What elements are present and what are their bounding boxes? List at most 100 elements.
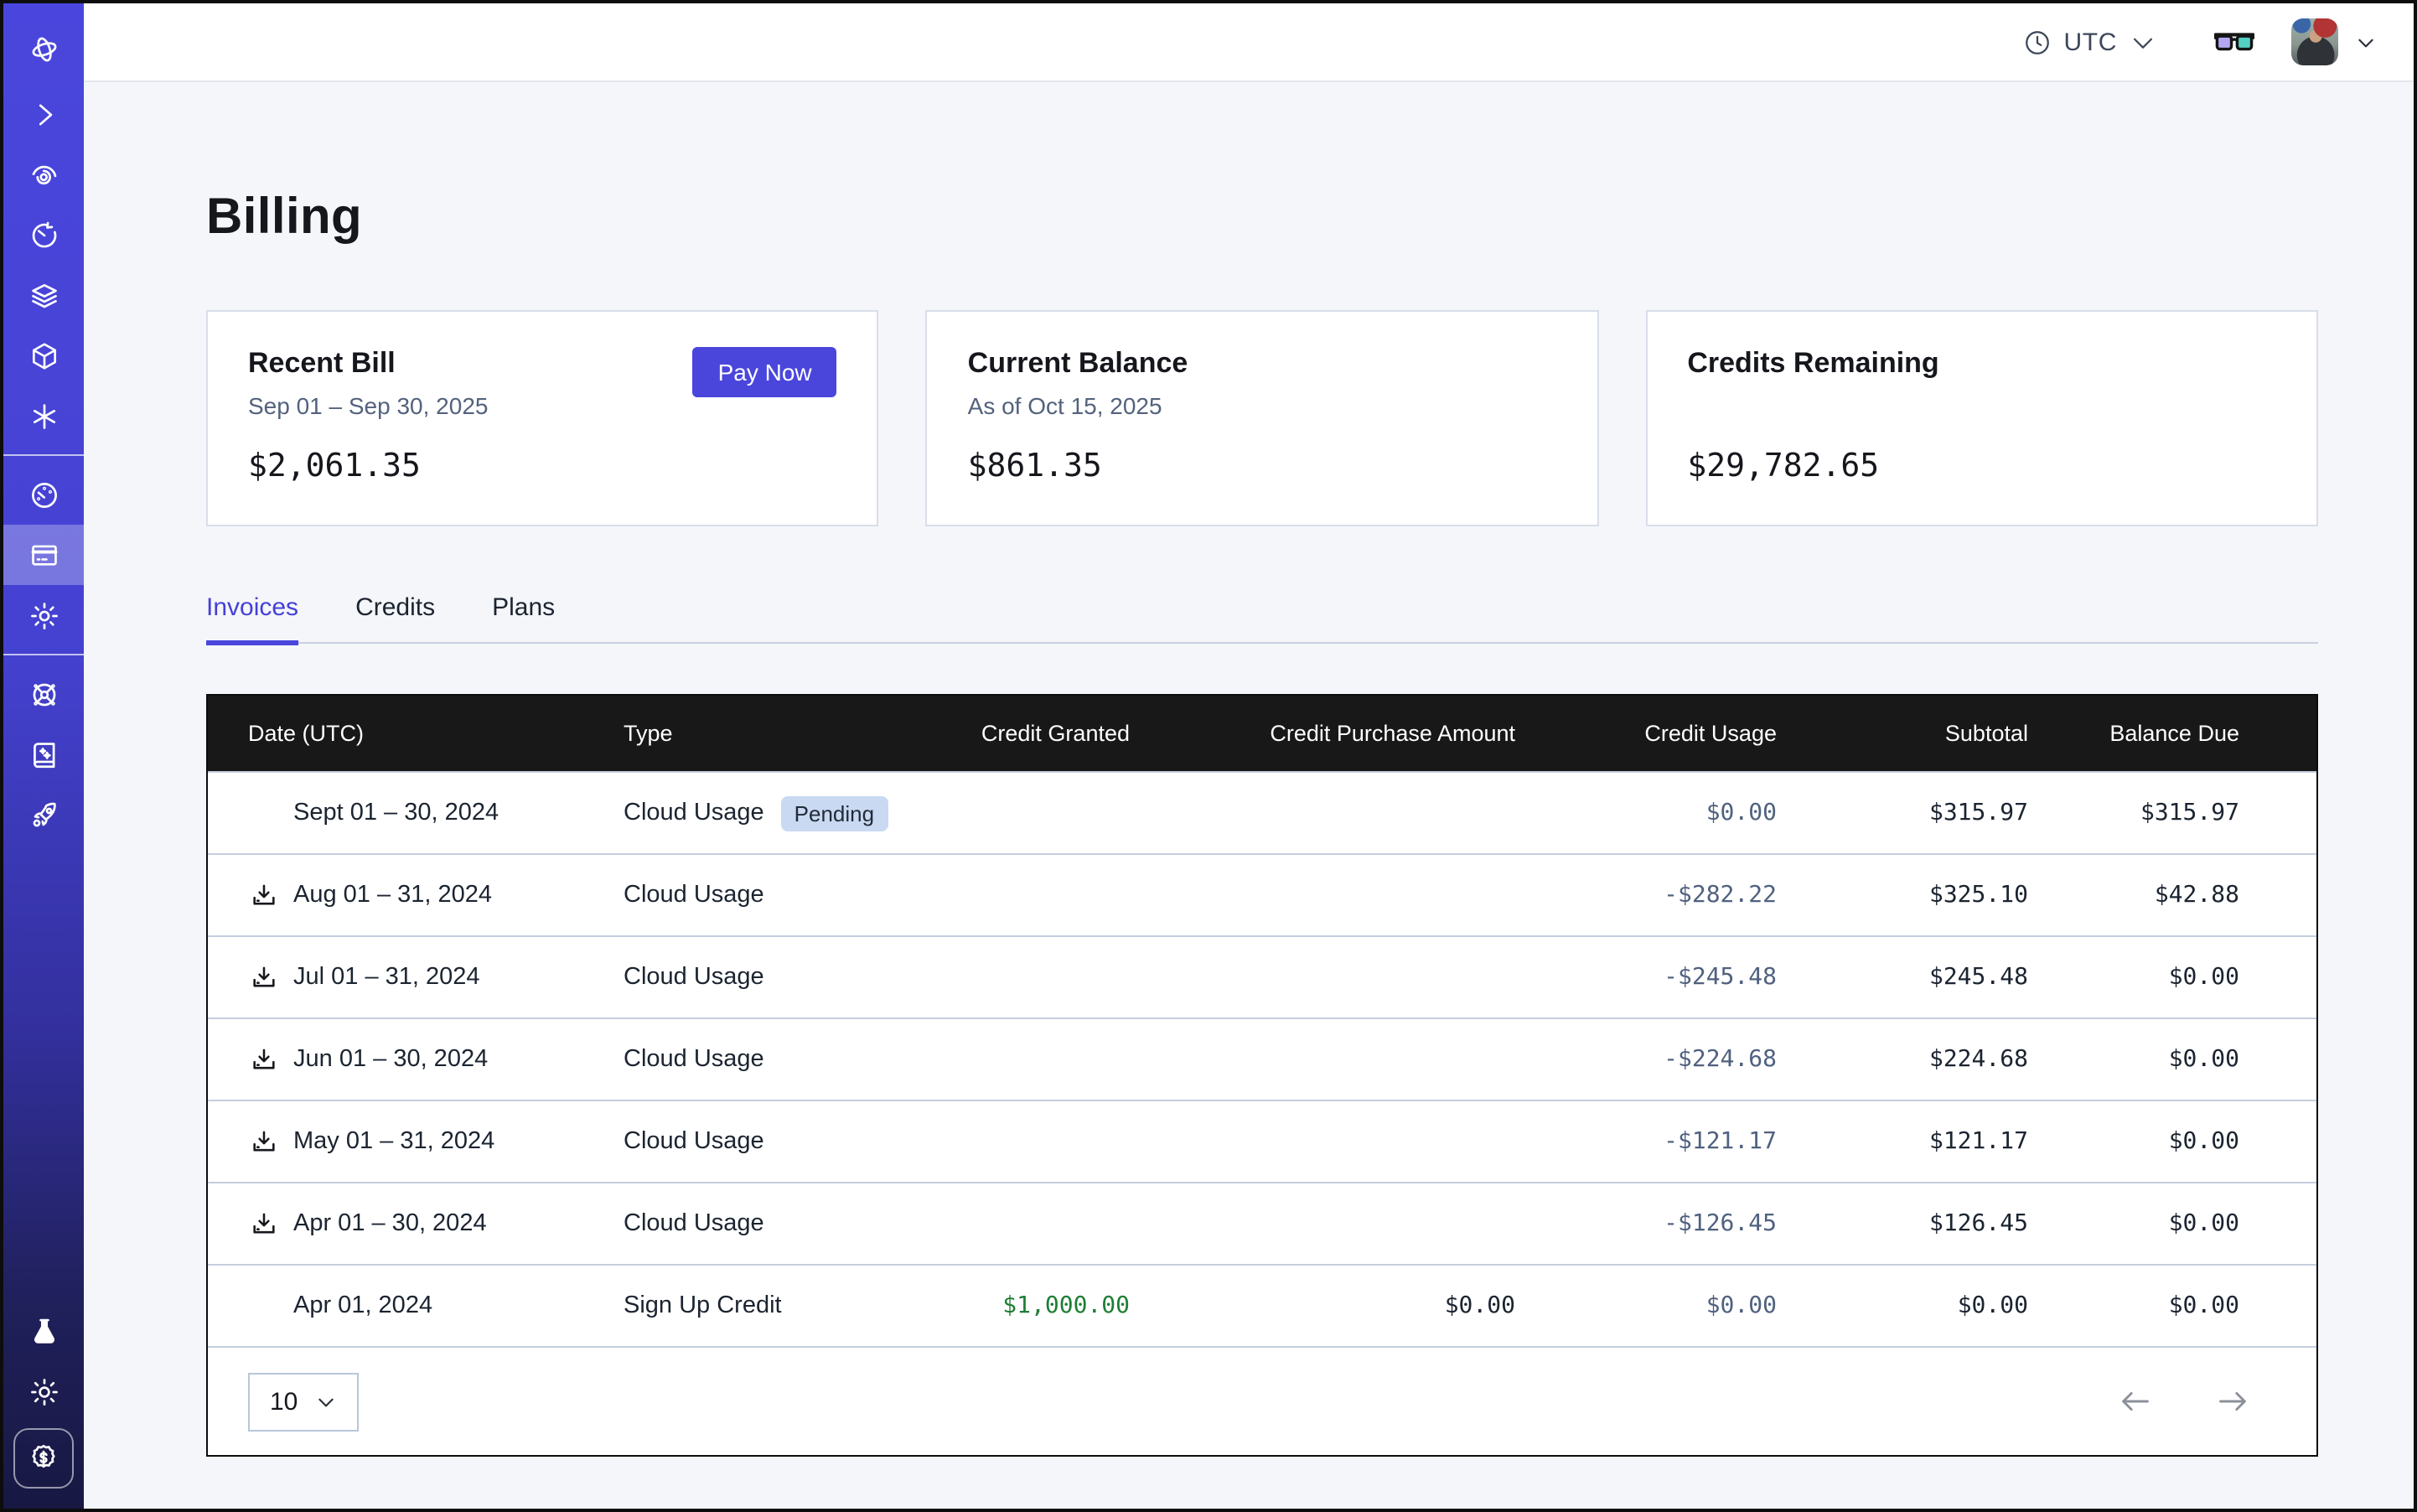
card-title: Current Balance: [968, 347, 1188, 381]
table-row: Jul 01 – 31, 2024 Cloud Usage -$245.48 $…: [208, 935, 2316, 1017]
recent-bill-card: Recent Bill Sep 01 – Sep 30, 2025 Pay No…: [206, 310, 879, 526]
sidebar: [3, 3, 84, 1509]
download-icon: [249, 881, 277, 909]
credit-usage-value: -$224.68: [1515, 1046, 1777, 1073]
table-pagination: 10: [208, 1346, 2316, 1455]
col-subtotal: Subtotal: [1777, 721, 2028, 746]
tab-invoices[interactable]: Invoices: [206, 593, 298, 642]
page-size-select[interactable]: 10: [248, 1372, 358, 1431]
account-menu-chevron-icon[interactable]: [2355, 31, 2377, 53]
main-column: UTC Billing Rec: [84, 3, 2414, 1509]
rocket-icon[interactable]: [3, 784, 84, 845]
invoice-type: Cloud Usage: [624, 964, 764, 991]
helm-wheel-icon[interactable]: [3, 664, 84, 724]
table-row: May 01 – 31, 2024 Cloud Usage -$121.17 $…: [208, 1100, 2316, 1182]
col-balance-due: Balance Due: [2028, 721, 2239, 746]
table-row: Sept 01 – 30, 2024 Cloud Usage Pending $0…: [208, 771, 2316, 853]
user-avatar[interactable]: [2291, 18, 2338, 65]
balance-due-value: $42.88: [2028, 882, 2239, 909]
card-subtitle: Sep 01 – Sep 30, 2025: [248, 392, 488, 421]
timezone-label: UTC: [2064, 28, 2117, 56]
billing-dollar-button[interactable]: [13, 1428, 74, 1489]
download-icon: [249, 963, 277, 992]
balance-due-value: $0.00: [2028, 1210, 2239, 1237]
invoice-date: Apr 01 – 30, 2024: [293, 1210, 487, 1237]
card-subtitle: [1687, 392, 1938, 421]
table-row: Jun 01 – 30, 2024 Cloud Usage -$224.68 $…: [208, 1017, 2316, 1100]
tab-plans[interactable]: Plans: [492, 593, 555, 642]
app-logo-icon[interactable]: [3, 13, 84, 84]
col-date: Date (UTC): [208, 721, 610, 746]
download-invoice-button[interactable]: [248, 1126, 278, 1157]
cube-icon[interactable]: [3, 325, 84, 386]
observe-spiral-icon[interactable]: [3, 144, 84, 205]
collapse-chevron-right-icon[interactable]: [3, 84, 84, 144]
balance-due-value: $0.00: [2028, 1292, 2239, 1319]
docs-book-icon[interactable]: [3, 724, 84, 784]
asterisk-icon[interactable]: [3, 386, 84, 446]
subtotal-value: $224.68: [1777, 1046, 2028, 1073]
reader-glasses-icon[interactable]: [2214, 28, 2254, 55]
invoice-date: Apr 01, 2024: [293, 1292, 432, 1319]
col-credit-purchase-amount: Credit Purchase Amount: [1130, 721, 1515, 746]
topbar: UTC: [84, 3, 2414, 82]
pending-status-badge: Pending: [781, 795, 888, 831]
page-title: Billing: [206, 189, 2318, 246]
download-icon: [249, 1045, 277, 1074]
chevron-down-icon: [2129, 28, 2157, 56]
arrow-right-icon: [2216, 1388, 2249, 1415]
subtotal-value: $245.48: [1777, 964, 2028, 991]
pay-now-button[interactable]: Pay Now: [693, 347, 837, 397]
theme-sun-icon[interactable]: [3, 1361, 84, 1421]
invoice-date: Sept 01 – 30, 2024: [293, 800, 499, 826]
balance-due-value: $315.97: [2028, 800, 2239, 826]
table-header-row: Date (UTC) Type Credit Granted Credit Pu…: [208, 696, 2316, 771]
credits-remaining-amount: $29,782.65: [1687, 448, 2276, 484]
subtotal-value: $126.45: [1777, 1210, 2028, 1237]
balance-due-value: $0.00: [2028, 1046, 2239, 1073]
card-title: Recent Bill: [248, 347, 488, 381]
layers-icon[interactable]: [3, 265, 84, 325]
download-invoice-button[interactable]: [248, 1044, 278, 1074]
tab-credits[interactable]: Credits: [355, 593, 435, 642]
settings-gear-icon[interactable]: [3, 585, 84, 645]
credit-usage-value: $0.00: [1515, 1292, 1777, 1319]
invoice-type: Cloud Usage: [624, 1128, 764, 1155]
balance-due-value: $0.00: [2028, 964, 2239, 991]
page-size-value: 10: [270, 1387, 298, 1416]
previous-page-button[interactable]: [2119, 1388, 2152, 1415]
recent-bill-amount: $2,061.35: [248, 448, 837, 484]
subtotal-value: $325.10: [1777, 882, 2028, 909]
card-subtitle: As of Oct 15, 2025: [968, 392, 1188, 421]
card-title: Credits Remaining: [1687, 347, 1938, 381]
labs-flask-icon[interactable]: [3, 1301, 84, 1361]
clock-icon: [2024, 28, 2052, 56]
invoice-type: Cloud Usage: [624, 1210, 764, 1237]
table-row: Apr 01, 2024 Sign Up Credit $1,000.00 $0…: [208, 1264, 2316, 1346]
app-window: UTC Billing Rec: [0, 0, 2417, 1512]
usage-gauge-icon[interactable]: [3, 464, 84, 525]
download-invoice-button[interactable]: [248, 880, 278, 910]
invoice-type: Cloud Usage: [624, 800, 764, 826]
current-balance-amount: $861.35: [968, 448, 1557, 484]
timezone-selector[interactable]: UTC: [2024, 28, 2157, 56]
invoice-date: Jun 01 – 30, 2024: [293, 1046, 488, 1073]
credits-remaining-card: Credits Remaining $29,782.65: [1645, 310, 2318, 526]
table-row: Aug 01 – 31, 2024 Cloud Usage -$282.22 $…: [208, 853, 2316, 935]
credit-usage-value: $0.00: [1515, 800, 1777, 826]
history-timer-icon[interactable]: [3, 205, 84, 265]
invoices-table: Date (UTC) Type Credit Granted Credit Pu…: [206, 694, 2318, 1457]
summary-cards: Recent Bill Sep 01 – Sep 30, 2025 Pay No…: [206, 310, 2318, 526]
col-credit-usage: Credit Usage: [1515, 721, 1777, 746]
current-balance-card: Current Balance As of Oct 15, 2025 $861.…: [926, 310, 1599, 526]
next-page-button[interactable]: [2216, 1388, 2249, 1415]
arrow-left-icon: [2119, 1388, 2152, 1415]
billing-page: Billing Recent Bill Sep 01 – Sep 30, 202…: [84, 82, 2414, 1509]
download-invoice-button[interactable]: [248, 1209, 278, 1239]
credit-granted-value: $1,000.00: [945, 1292, 1130, 1319]
col-credit-granted: Credit Granted: [945, 721, 1130, 746]
credit-usage-value: -$245.48: [1515, 964, 1777, 991]
sidebar-item-billing[interactable]: [3, 525, 84, 585]
col-type: Type: [610, 721, 945, 746]
download-invoice-button[interactable]: [248, 962, 278, 992]
